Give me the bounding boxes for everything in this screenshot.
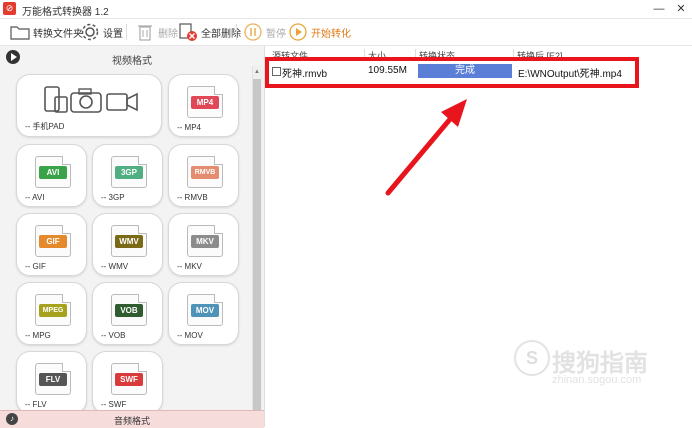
sogou-logo-icon: S <box>514 340 550 376</box>
watermark-main-text: 搜狗指南 <box>552 350 648 377</box>
watermark-url: zhinan.sogou.com <box>552 374 642 386</box>
